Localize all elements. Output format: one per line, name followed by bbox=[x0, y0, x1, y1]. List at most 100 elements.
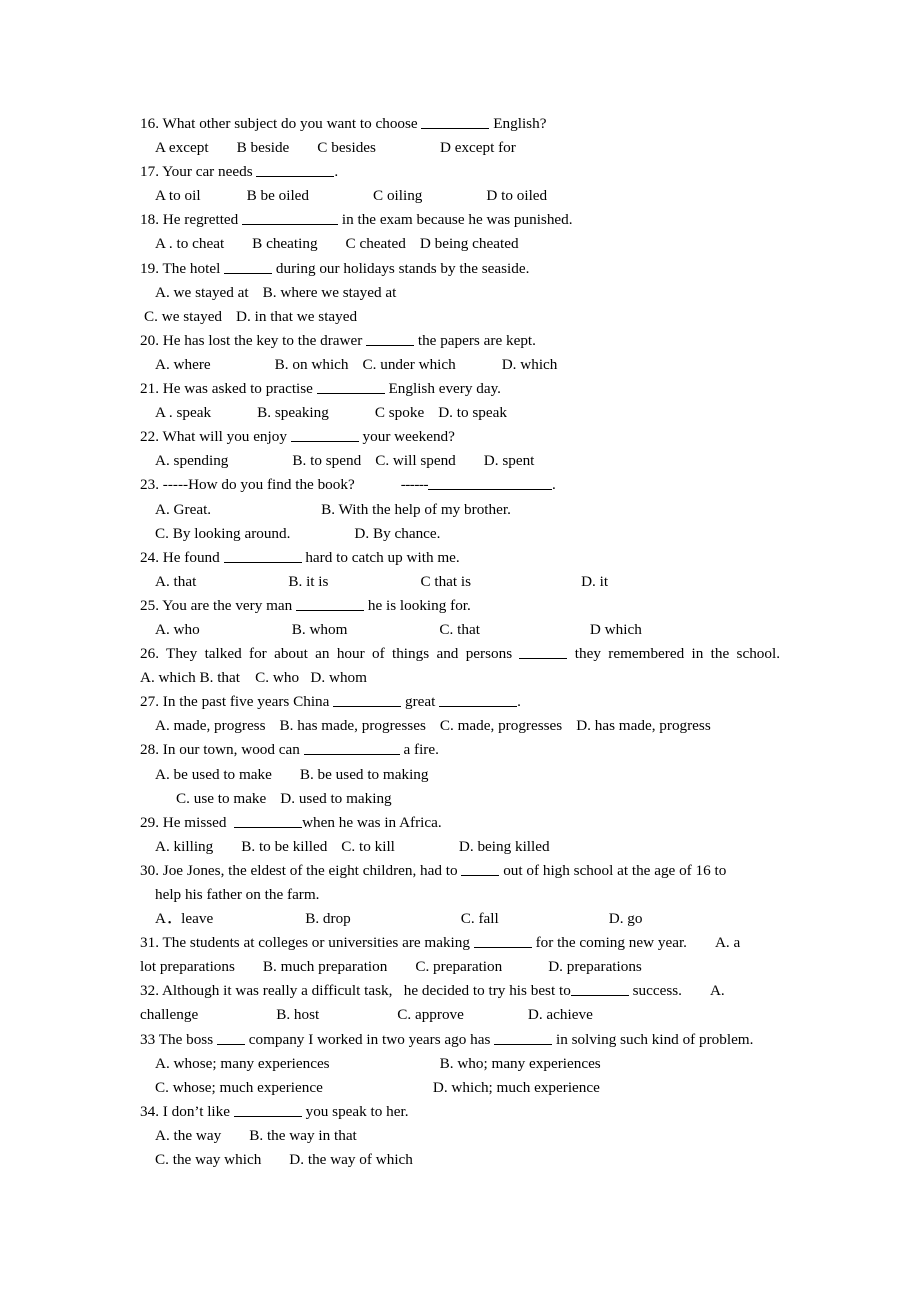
q34-option-c[interactable]: C. the way which bbox=[155, 1151, 261, 1168]
q31-blank bbox=[473, 933, 532, 949]
q24-option-d[interactable]: D. it bbox=[581, 573, 608, 590]
q29-option-d[interactable]: D. being killed bbox=[459, 838, 550, 855]
q29-option-c[interactable]: C. to kill bbox=[341, 838, 395, 855]
q32-option-a-tail[interactable]: challenge bbox=[140, 1006, 198, 1023]
q33-stem-before: 33 The boss bbox=[140, 1030, 217, 1048]
q32-option-c[interactable]: C. approve bbox=[397, 1006, 464, 1023]
q27-blank-1 bbox=[333, 692, 402, 708]
q19-stem-after: during our holidays stands by the seasid… bbox=[272, 259, 530, 277]
q23-option-c[interactable]: C. By looking around. bbox=[155, 525, 290, 542]
q33-option-c[interactable]: C. whose; much experience bbox=[155, 1079, 323, 1096]
question-31-options: lot preparations B. much preparation C. pr… bbox=[140, 955, 780, 979]
q18-option-c[interactable]: C cheated bbox=[346, 235, 406, 252]
q20-option-c[interactable]: C. under which bbox=[363, 356, 456, 373]
q30-option-c[interactable]: C. fall bbox=[461, 910, 499, 927]
question-30-stem: 30. Joe Jones, the eldest of the eight c… bbox=[140, 859, 780, 883]
q29-stem-after: when he was in Africa. bbox=[302, 813, 442, 831]
q23-option-b[interactable]: B. With the help of my brother. bbox=[321, 501, 511, 518]
q21-option-c[interactable]: C spoke bbox=[375, 404, 424, 421]
q18-option-a[interactable]: A . to cheat bbox=[155, 235, 224, 252]
q31-option-a-head[interactable]: A. a bbox=[715, 934, 740, 951]
q27-option-a[interactable]: A. made, progress bbox=[155, 717, 266, 734]
q34-option-d[interactable]: D. the way of which bbox=[289, 1151, 413, 1168]
question-22-stem: 22. What will you enjoy your weekend? bbox=[140, 425, 780, 449]
q33-option-a[interactable]: A. whose; many experiences bbox=[155, 1055, 330, 1072]
q21-option-b[interactable]: B. speaking bbox=[257, 404, 329, 421]
q33-option-d[interactable]: D. which; much experience bbox=[433, 1079, 600, 1096]
q31-option-d[interactable]: D. preparations bbox=[548, 958, 642, 975]
q27-option-d[interactable]: D. has made, progress bbox=[576, 717, 711, 734]
q20-option-a[interactable]: A. where bbox=[155, 356, 211, 373]
q19-option-b[interactable]: B. where we stayed at bbox=[263, 284, 397, 301]
q21-option-a[interactable]: A . speak bbox=[155, 404, 211, 421]
q30-stem-after: out of high school at the age of 16 to bbox=[499, 861, 727, 879]
q18-stem-after: in the exam because he was punished. bbox=[338, 211, 573, 229]
q28-option-c[interactable]: C. use to make bbox=[176, 790, 266, 807]
q30-option-a[interactable]: A．leave bbox=[155, 910, 213, 927]
q16-option-a[interactable]: A except bbox=[155, 139, 209, 156]
q19-option-d[interactable]: D. in that we stayed bbox=[236, 308, 357, 325]
q17-option-a[interactable]: A to oil bbox=[155, 187, 201, 204]
q32-option-b[interactable]: B. host bbox=[276, 1006, 319, 1023]
q20-option-b[interactable]: B. on which bbox=[275, 356, 349, 373]
q34-option-b[interactable]: B. the way in that bbox=[249, 1127, 357, 1144]
q23-option-d[interactable]: D. By chance. bbox=[354, 525, 440, 542]
q31-option-a-tail[interactable]: lot preparations bbox=[140, 958, 235, 975]
q20-stem-before: 20. He has lost the key to the drawer bbox=[140, 331, 367, 349]
q31-option-c[interactable]: C. preparation bbox=[415, 958, 502, 975]
q25-option-c[interactable]: C. that bbox=[439, 621, 480, 638]
q17-option-b[interactable]: B be oiled bbox=[247, 187, 309, 204]
q30-option-d[interactable]: D. go bbox=[609, 910, 643, 927]
q18-option-b[interactable]: B cheating bbox=[252, 235, 317, 252]
q24-option-c[interactable]: C that is bbox=[420, 573, 471, 590]
q30-option-b[interactable]: B. drop bbox=[305, 910, 351, 927]
q28-blank bbox=[303, 740, 400, 756]
q22-option-d[interactable]: D. spent bbox=[484, 452, 535, 469]
q33-option-b[interactable]: B. who; many experiences bbox=[440, 1055, 601, 1072]
q16-blank bbox=[421, 114, 490, 129]
q20-option-d[interactable]: D. which bbox=[502, 356, 558, 373]
question-34-stem: 34. I don’t like you speak to her. bbox=[140, 1100, 780, 1124]
document-page: 16. What other subject do you want to ch… bbox=[0, 0, 920, 1302]
q28-option-b[interactable]: B. be used to making bbox=[300, 766, 429, 783]
q28-option-a[interactable]: A. be used to make bbox=[155, 766, 272, 783]
q16-option-b[interactable]: B beside bbox=[237, 139, 290, 156]
q25-option-d[interactable]: D which bbox=[590, 621, 642, 638]
q25-option-b[interactable]: B. whom bbox=[292, 621, 348, 638]
q21-option-d[interactable]: D. to speak bbox=[438, 404, 507, 421]
q31-option-b[interactable]: B. much preparation bbox=[263, 958, 387, 975]
question-26-stem: 26. They talked for about an hour of thi… bbox=[140, 642, 780, 666]
q34-option-a[interactable]: A. the way bbox=[155, 1127, 221, 1144]
q29-option-b[interactable]: B. to be killed bbox=[241, 838, 327, 855]
q18-option-d[interactable]: D being cheated bbox=[420, 235, 519, 252]
q27-option-b[interactable]: B. has made, progresses bbox=[280, 717, 426, 734]
q22-option-b[interactable]: B. to spend bbox=[292, 452, 361, 469]
q22-option-c[interactable]: C. will spend bbox=[375, 452, 456, 469]
q17-option-d[interactable]: D to oiled bbox=[486, 187, 547, 204]
q24-option-a[interactable]: A. that bbox=[155, 573, 196, 590]
q27-stem-mid: great bbox=[401, 693, 440, 711]
q32-option-d[interactable]: D. achieve bbox=[528, 1006, 593, 1023]
q29-option-a[interactable]: A. killing bbox=[155, 838, 213, 855]
question-26-options[interactable]: A. which B. that C. who D. whom bbox=[140, 666, 780, 690]
question-29-options: A. killing B. to be killed C. to kill D. be… bbox=[155, 835, 780, 859]
q32-stem-after: success. bbox=[628, 982, 682, 1000]
q19-option-c[interactable]: C. we stayed bbox=[144, 308, 222, 325]
q34-stem-after: you speak to her. bbox=[301, 1102, 409, 1120]
q19-option-a[interactable]: A. we stayed at bbox=[155, 284, 249, 301]
question-25-options: A. who B. whom C. that D which bbox=[155, 618, 780, 642]
question-24-stem: 24. He found hard to catch up with me. bbox=[140, 546, 780, 570]
q24-option-b[interactable]: B. it is bbox=[288, 573, 328, 590]
question-19-options-row-2: C. we stayed D. in that we stayed bbox=[144, 305, 780, 329]
q23-option-a[interactable]: A. Great. bbox=[155, 501, 211, 518]
q27-option-c[interactable]: C. made, progresses bbox=[440, 717, 562, 734]
q22-option-a[interactable]: A. spending bbox=[155, 452, 228, 469]
q16-stem-before: 16. What other subject do you want to ch… bbox=[140, 115, 422, 132]
q32-option-a-head[interactable]: A. bbox=[710, 982, 725, 999]
q25-option-a[interactable]: A. who bbox=[155, 621, 200, 638]
q16-option-c[interactable]: C besides bbox=[317, 139, 376, 156]
q28-option-d[interactable]: D. used to making bbox=[280, 790, 391, 807]
question-23-stem: 23. -----How do you find the book? ------… bbox=[140, 473, 780, 497]
q16-option-d[interactable]: D except for bbox=[440, 139, 516, 156]
q17-option-c[interactable]: C oiling bbox=[373, 187, 422, 204]
